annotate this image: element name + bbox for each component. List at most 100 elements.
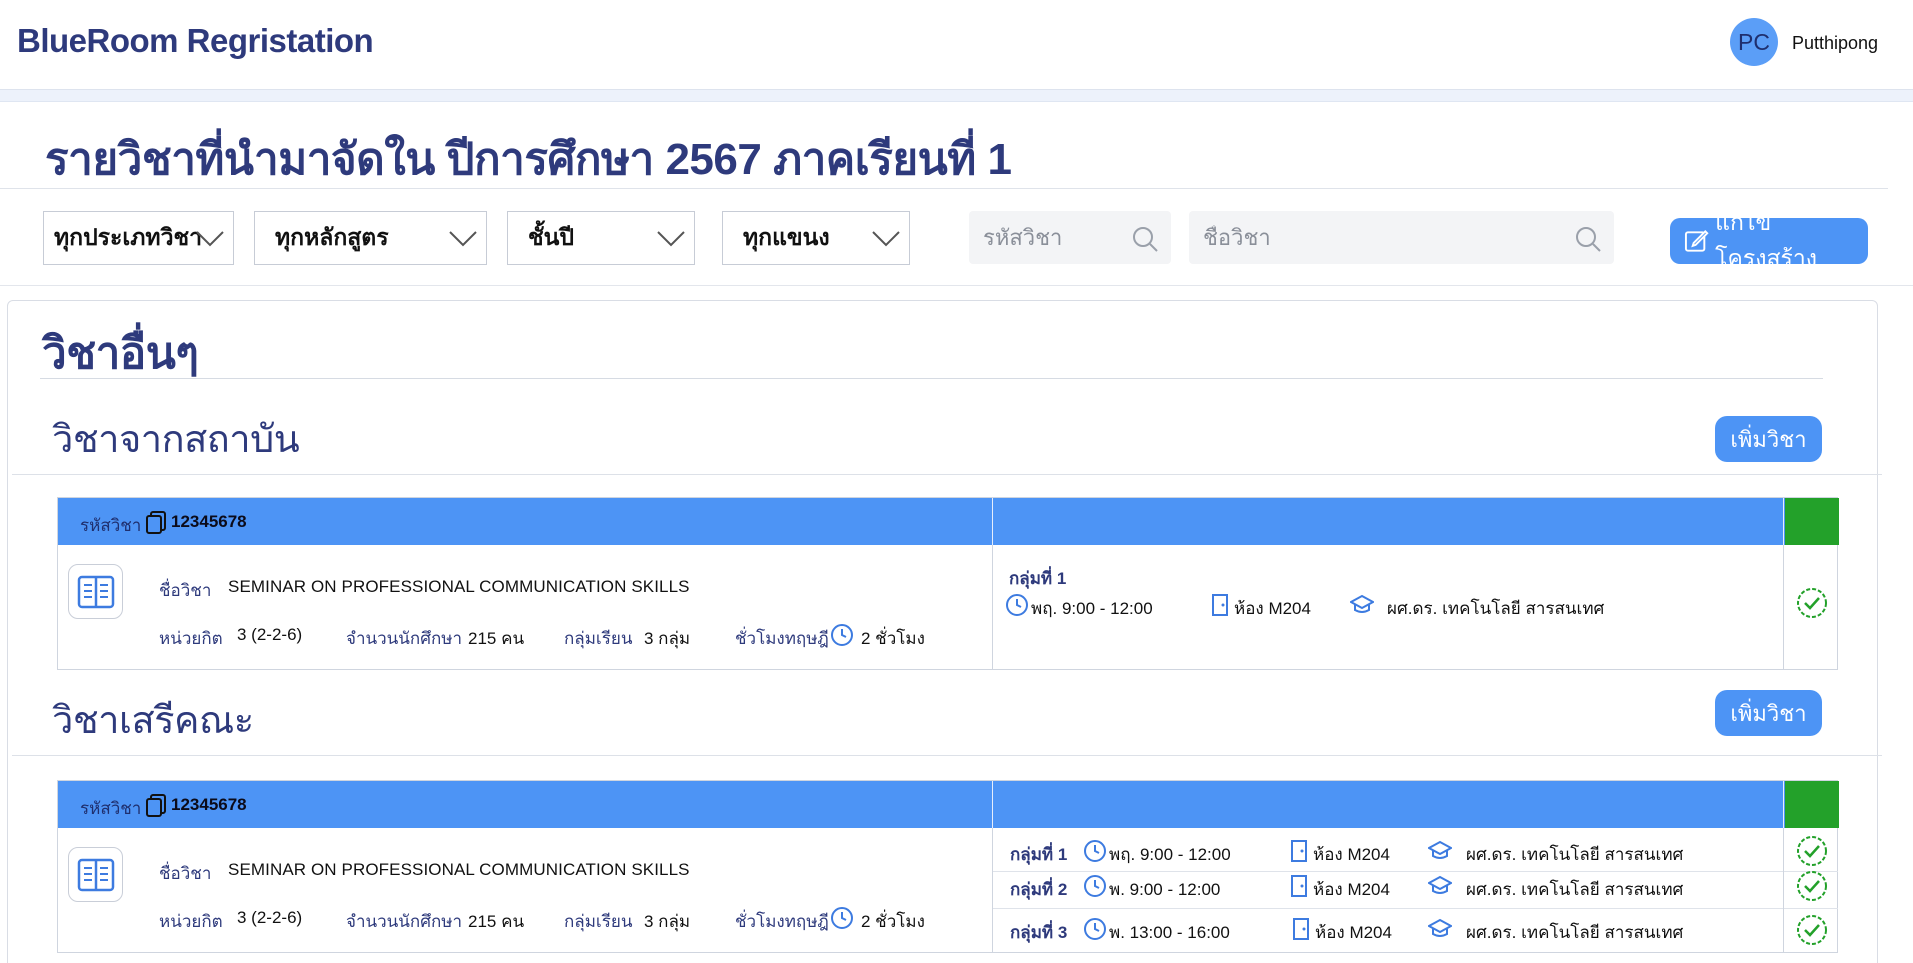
door-icon — [1291, 840, 1307, 862]
course-code: 12345678 — [171, 795, 247, 814]
check-circle-icon[interactable] — [1796, 587, 1828, 619]
course-name-label: ชื่อวิชา — [159, 864, 212, 883]
top-bar: BlueRoom Regristation PC Putthipong — [0, 0, 1913, 90]
students-label: จำนวนนักศึกษา — [346, 912, 463, 931]
search-icon[interactable] — [1131, 225, 1159, 253]
door-icon — [1291, 875, 1307, 897]
category-select-value: ทุกประเภทวิชา — [54, 224, 203, 250]
course-card[interactable]: รหัสวิชา 12345678 ชื่อวิชา SEMINAR ON PR… — [57, 497, 1839, 670]
search-icon[interactable] — [1574, 225, 1602, 253]
major-select[interactable]: ทุกแขนง — [722, 211, 910, 265]
divider — [1783, 828, 1784, 953]
door-icon — [1212, 594, 1228, 616]
divider — [1783, 781, 1784, 828]
sections-value: 3 กลุ่ม — [644, 912, 691, 931]
course-name: SEMINAR ON PROFESSIONAL COMMUNICATION SK… — [228, 860, 690, 879]
copy-icon[interactable] — [145, 793, 167, 817]
group-teacher: ผศ.ดร. เทคโนโลยี สารสนเทศ — [1387, 599, 1605, 618]
clock-icon — [831, 907, 853, 929]
divider — [993, 871, 1783, 872]
course-card-header: รหัสวิชา 12345678 — [58, 498, 1839, 545]
clock-icon — [1084, 918, 1106, 940]
course-code-label: รหัสวิชา — [80, 799, 142, 818]
divider — [1784, 908, 1838, 909]
group-teacher: ผศ.ดร. เทคโนโลยี สารสนเทศ — [1466, 880, 1684, 899]
avatar[interactable]: PC — [1730, 18, 1778, 66]
chevron-down-icon — [872, 231, 900, 247]
divider — [992, 545, 993, 670]
graduation-cap-icon — [1428, 918, 1452, 937]
check-circle-icon[interactable] — [1796, 870, 1828, 902]
group-name: กลุ่มที่ 2 — [1010, 880, 1068, 899]
book-icon — [68, 847, 123, 902]
group-time: พ. 13:00 - 16:00 — [1109, 923, 1230, 942]
add-course-button[interactable]: เพิ่มวิชา — [1715, 690, 1822, 736]
clock-icon — [831, 624, 853, 646]
status-indicator — [1785, 781, 1839, 828]
students-label: จำนวนนักศึกษา — [346, 629, 463, 648]
divider — [0, 188, 1888, 189]
group-room: ห้อง M204 — [1234, 599, 1311, 618]
hours-label: ชั่วโมงทฤษฎี — [735, 912, 829, 931]
course-name-label: ชื่อวิชา — [159, 581, 212, 600]
chevron-down-icon — [449, 231, 477, 247]
graduation-cap-icon — [1428, 840, 1452, 859]
sections-label: กลุ่มเรียน — [564, 629, 633, 648]
group-room: ห้อง M204 — [1313, 845, 1390, 864]
credit-value: 3 (2-2-6) — [237, 625, 303, 644]
check-circle-icon[interactable] — [1796, 914, 1828, 946]
status-indicator — [1785, 498, 1839, 545]
students-value: 215 คน — [468, 629, 525, 648]
divider — [1783, 545, 1784, 670]
divider — [1783, 498, 1784, 545]
major-select-value: ทุกแขนง — [743, 224, 830, 250]
group-room: ห้อง M204 — [1313, 880, 1390, 899]
check-circle-icon[interactable] — [1796, 835, 1828, 867]
chevron-down-icon — [196, 231, 224, 247]
course-card[interactable]: รหัสวิชา 12345678 ชื่อวิชา SEMINAR ON PR… — [57, 780, 1839, 953]
year-select[interactable]: ชั้นปี — [507, 211, 695, 265]
door-icon — [1293, 918, 1309, 940]
credit-label: หน่วยกิต — [159, 912, 223, 931]
header-divider — [0, 90, 1913, 102]
group-time: พ. 9:00 - 12:00 — [1109, 880, 1221, 899]
course-code-search — [969, 211, 1171, 264]
hours-value: 2 ชั่วโมง — [861, 629, 925, 648]
credit-value: 3 (2-2-6) — [237, 908, 303, 927]
divider — [12, 474, 1882, 475]
course-code-label: รหัสวิชา — [80, 516, 142, 535]
app-brand[interactable]: BlueRoom Regristation — [17, 22, 374, 60]
copy-icon[interactable] — [145, 510, 167, 534]
group-room: ห้อง M204 — [1315, 923, 1392, 942]
edit-structure-button[interactable]: แก้ไขโครงสร้าง — [1670, 209, 1868, 271]
group-name: กลุ่มที่ 1 — [1009, 569, 1067, 588]
add-course-button[interactable]: เพิ่มวิชา — [1715, 416, 1822, 462]
students-value: 215 คน — [468, 912, 525, 931]
year-select-value: ชั้นปี — [528, 224, 574, 250]
hours-label: ชั่วโมงทฤษฎี — [735, 629, 829, 648]
curriculum-select-value: ทุกหลักสูตร — [275, 224, 389, 250]
course-name: SEMINAR ON PROFESSIONAL COMMUNICATION SK… — [228, 577, 690, 596]
curriculum-select[interactable]: ทุกหลักสูตร — [254, 211, 487, 265]
clock-icon — [1084, 840, 1106, 862]
course-code-input[interactable] — [983, 224, 1134, 251]
hours-value: 2 ชั่วโมง — [861, 912, 925, 931]
group-time: พฤ. 9:00 - 12:00 — [1031, 599, 1153, 618]
course-name-input[interactable] — [1203, 224, 1532, 251]
divider — [12, 755, 1882, 756]
sections-label: กลุ่มเรียน — [564, 912, 633, 931]
divider — [992, 781, 993, 828]
sections-value: 3 กลุ่ม — [644, 629, 691, 648]
group-teacher: ผศ.ดร. เทคโนโลยี สารสนเทศ — [1466, 923, 1684, 942]
user-name[interactable]: Putthipong — [1792, 33, 1878, 54]
category-select[interactable]: ทุกประเภทวิชา — [43, 211, 234, 265]
page-title: รายวิชาที่นำมาจัดใน ปีการศึกษา 2567 ภาคเ… — [45, 135, 1012, 184]
graduation-cap-icon — [1350, 594, 1374, 613]
group-name: กลุ่มที่ 3 — [1010, 923, 1068, 942]
course-name-search — [1189, 211, 1614, 264]
divider — [40, 378, 1823, 379]
book-icon — [68, 564, 123, 619]
chevron-down-icon — [657, 231, 685, 247]
divider — [992, 498, 993, 545]
graduation-cap-icon — [1428, 875, 1452, 894]
